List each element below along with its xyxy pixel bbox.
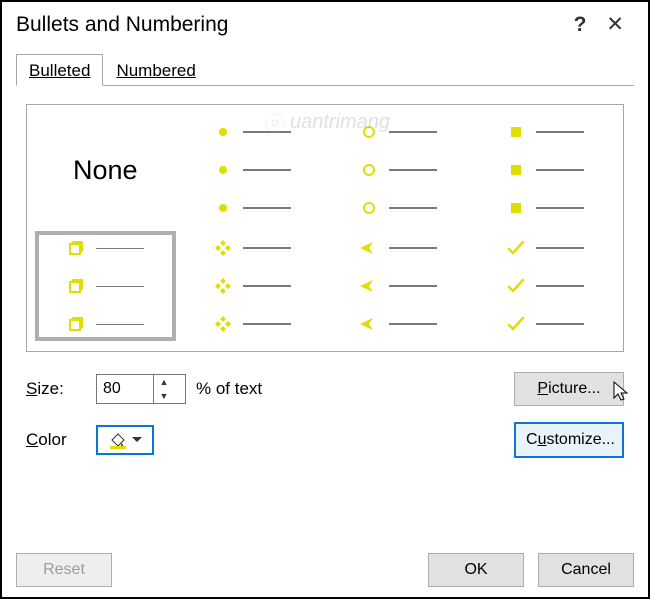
arrow-icon xyxy=(359,317,379,331)
options-area: Size: ▲ ▼ % of text Picture... Color Cus… xyxy=(16,360,634,462)
size-up-button[interactable]: ▲ xyxy=(154,375,174,389)
size-down-button[interactable]: ▼ xyxy=(154,389,174,403)
circle-icon xyxy=(362,201,376,215)
picture-button[interactable]: Picture... xyxy=(514,372,624,406)
chevron-down-icon xyxy=(132,437,142,443)
bullet-option-check[interactable] xyxy=(475,231,616,341)
arrow-icon xyxy=(359,241,379,255)
tab-numbered-label: Numbered xyxy=(116,61,195,80)
circle-icon xyxy=(362,163,376,177)
size-input[interactable] xyxy=(97,375,153,403)
size-suffix: % of text xyxy=(196,379,316,399)
bullet-option-3d-box[interactable] xyxy=(35,231,176,341)
tab-numbered[interactable]: Numbered xyxy=(103,54,208,86)
arrow-icon xyxy=(359,279,379,293)
box-3d-icon xyxy=(66,314,86,334)
four-diamonds-icon xyxy=(214,277,232,295)
ok-button[interactable]: OK xyxy=(428,553,524,587)
disc-icon xyxy=(218,165,228,175)
square-icon xyxy=(510,202,522,214)
box-3d-icon xyxy=(66,238,86,258)
check-icon xyxy=(507,240,525,256)
four-diamonds-icon xyxy=(214,315,232,333)
four-diamonds-icon xyxy=(214,239,232,257)
bullet-option-none[interactable]: None xyxy=(35,115,176,225)
cancel-button[interactable]: Cancel xyxy=(538,553,634,587)
size-spinner[interactable]: ▲ ▼ xyxy=(96,374,186,404)
bullet-option-four-diamonds[interactable] xyxy=(182,231,323,341)
color-label: Color xyxy=(26,430,86,450)
box-3d-icon xyxy=(66,276,86,296)
dialog-title: Bullets and Numbering xyxy=(16,13,228,37)
tab-bulleted[interactable]: Bulleted xyxy=(16,54,103,86)
content-area: Bulleted Numbered uantrimang None xyxy=(2,53,648,462)
reset-button[interactable]: Reset xyxy=(16,553,112,587)
help-button[interactable]: ? xyxy=(574,13,597,37)
disc-icon xyxy=(218,203,228,213)
dialog-footer: Reset OK Cancel xyxy=(16,553,634,587)
bullet-option-square[interactable] xyxy=(475,115,616,225)
customize-button[interactable]: Customize... xyxy=(514,422,624,458)
square-icon xyxy=(510,164,522,176)
close-button[interactable]: ✕ xyxy=(596,12,634,37)
bullet-option-arrow[interactable] xyxy=(328,231,469,341)
size-label: Size: xyxy=(26,379,86,399)
square-icon xyxy=(510,126,522,138)
tab-strip: Bulleted Numbered xyxy=(16,53,634,86)
titlebar: Bullets and Numbering ? ✕ xyxy=(2,2,648,49)
color-picker[interactable] xyxy=(96,425,154,455)
tab-bulleted-label: Bulleted xyxy=(29,61,90,80)
bullet-style-grid: None xyxy=(26,104,624,352)
watermark: uantrimang xyxy=(264,111,390,134)
mouse-cursor-icon xyxy=(612,380,634,402)
disc-icon xyxy=(218,127,228,137)
check-icon xyxy=(507,278,525,294)
watermark-icon xyxy=(264,112,286,134)
dialog-window: Bullets and Numbering ? ✕ Bulleted Numbe… xyxy=(0,0,650,599)
check-icon xyxy=(507,316,525,332)
watermark-text: uantrimang xyxy=(290,111,390,134)
paint-bucket-icon xyxy=(108,430,128,450)
